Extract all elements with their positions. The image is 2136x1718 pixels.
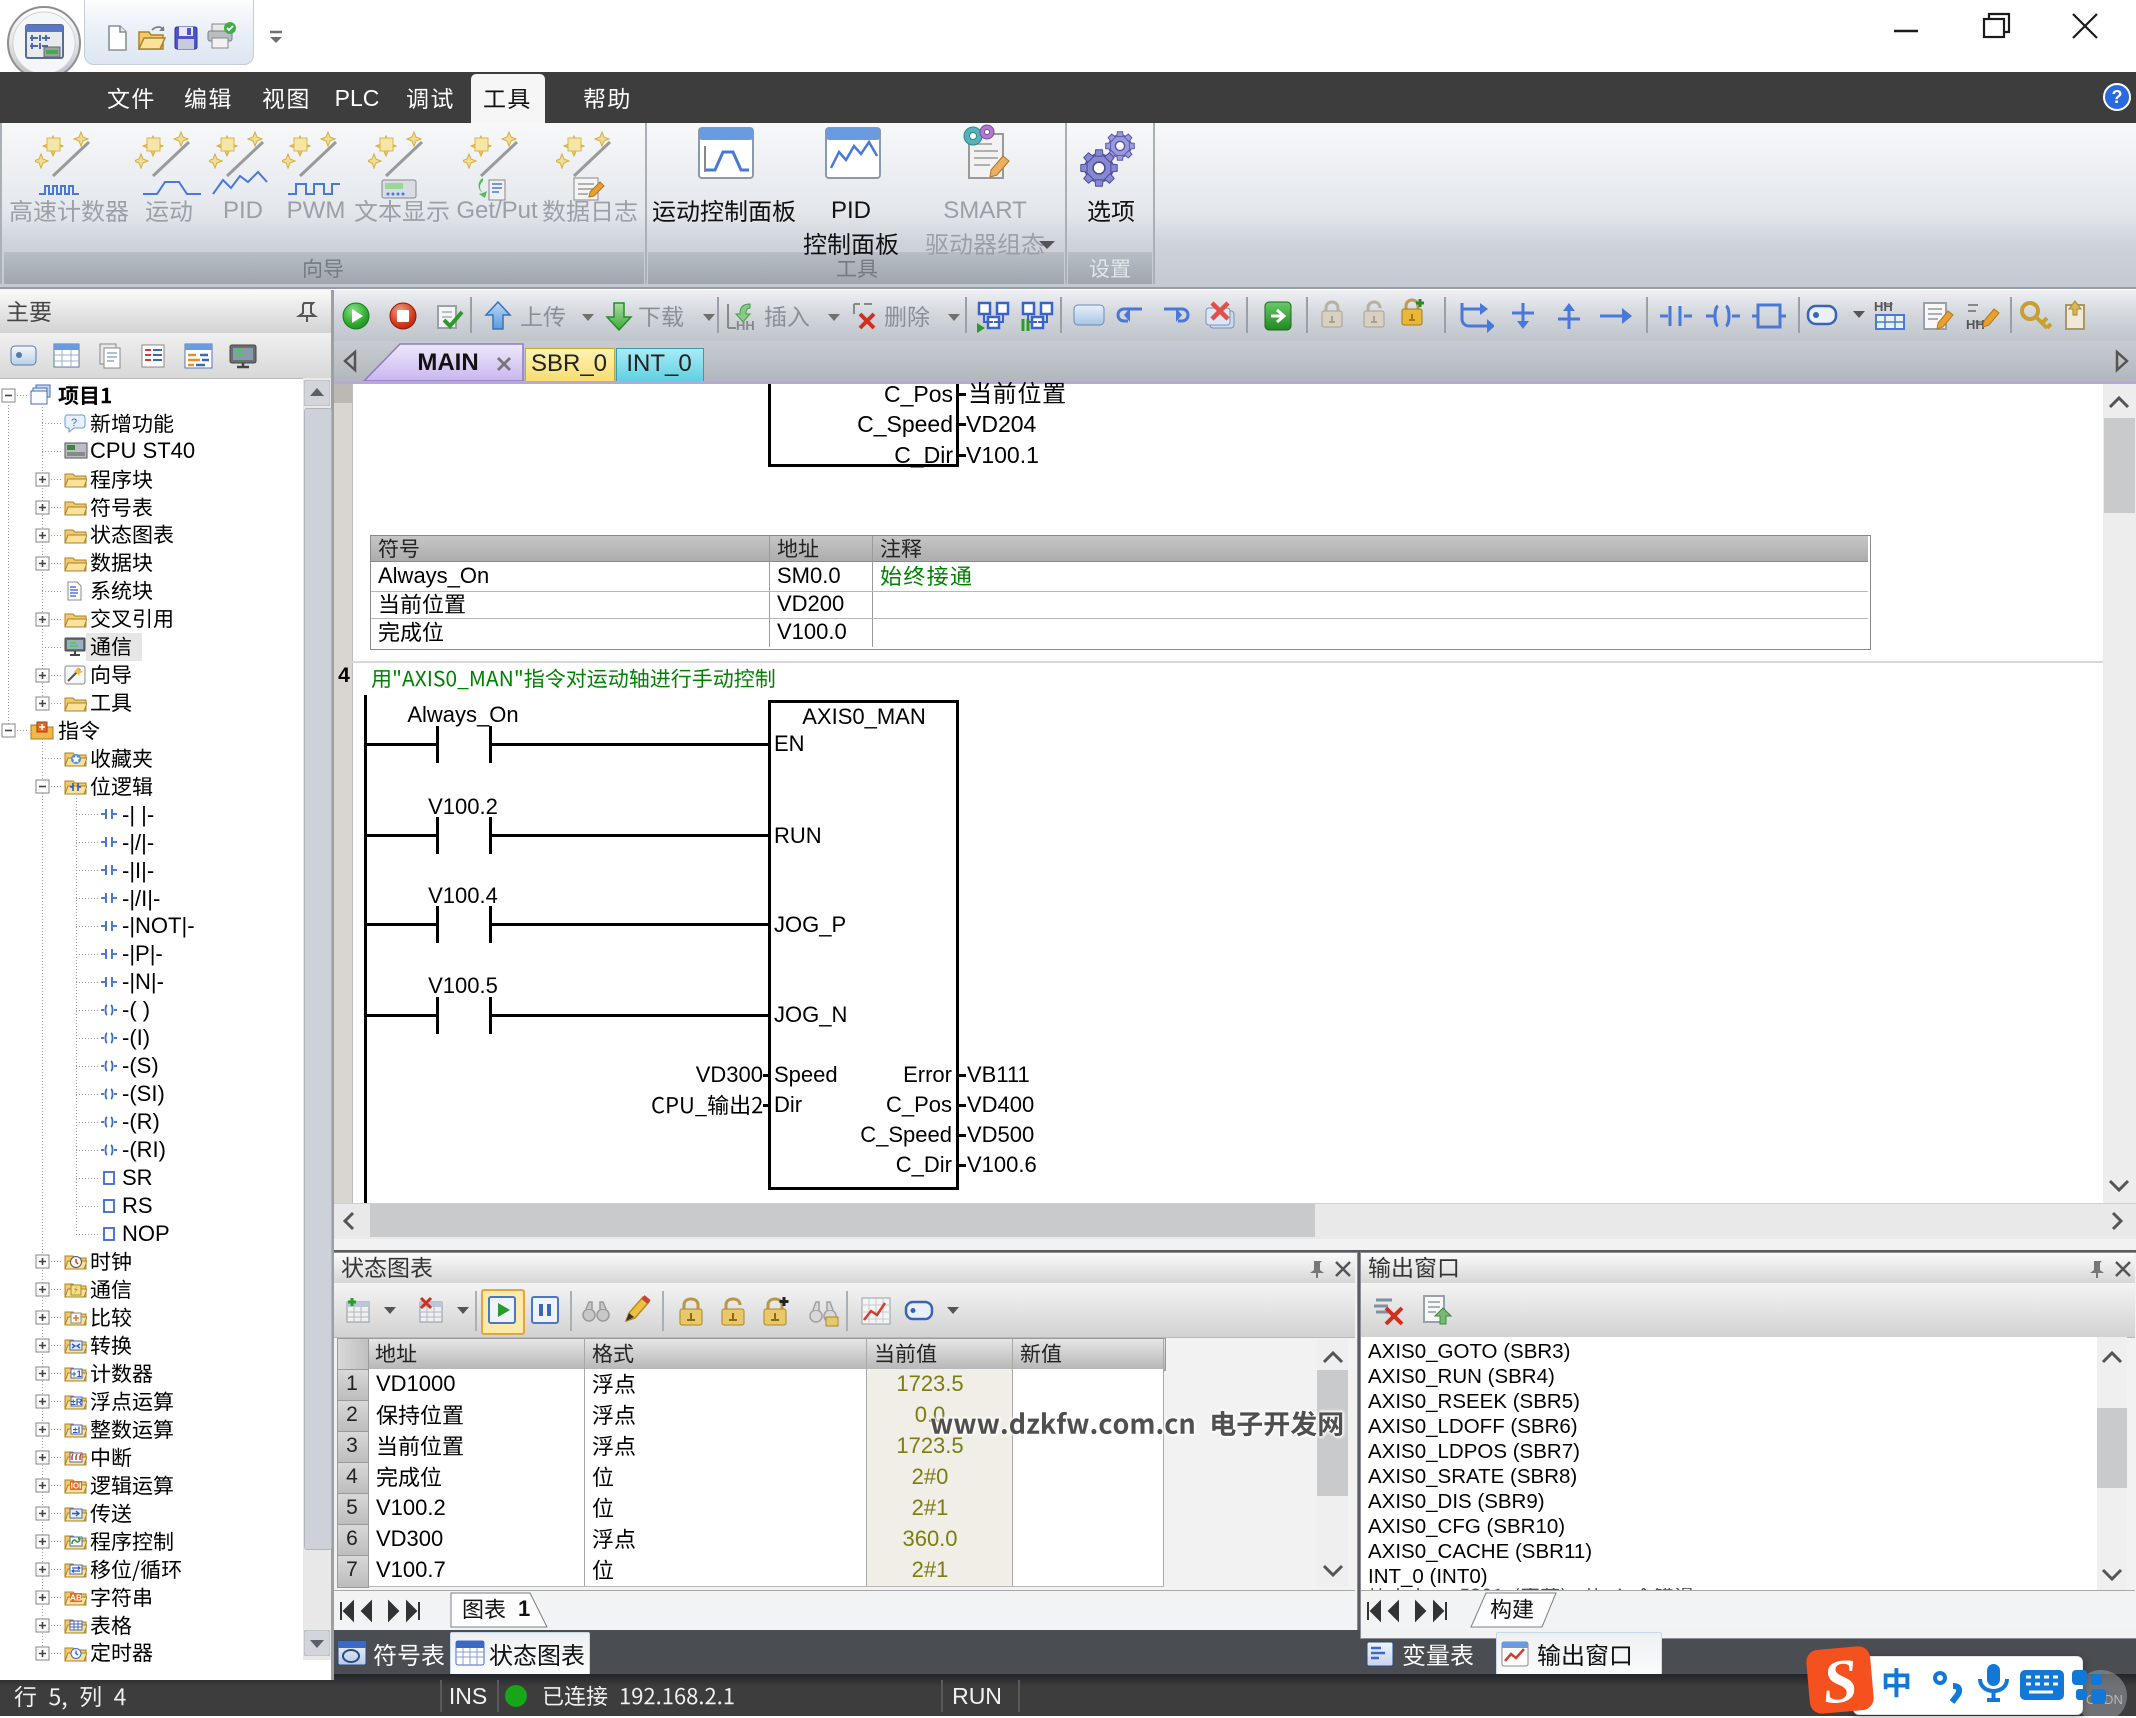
svg-text:S: S [1820,1647,1860,1718]
svg-text:±R: ±R [71,1397,83,1407]
svg-text:IOI: IOI [71,1482,82,1491]
svg-text:AB: AB [70,1592,82,1602]
svg-text:HĦ: HĦ [1874,299,1893,314]
svg-text:+1: +1 [71,1369,81,1379]
svg-text:HH: HH [736,318,755,332]
svg-text:HĦ: HĦ [1966,317,1985,332]
svg-text:±I: ±I [73,1425,80,1435]
svg-text:?: ? [2112,87,2123,107]
svg-text:?: ? [71,417,77,429]
